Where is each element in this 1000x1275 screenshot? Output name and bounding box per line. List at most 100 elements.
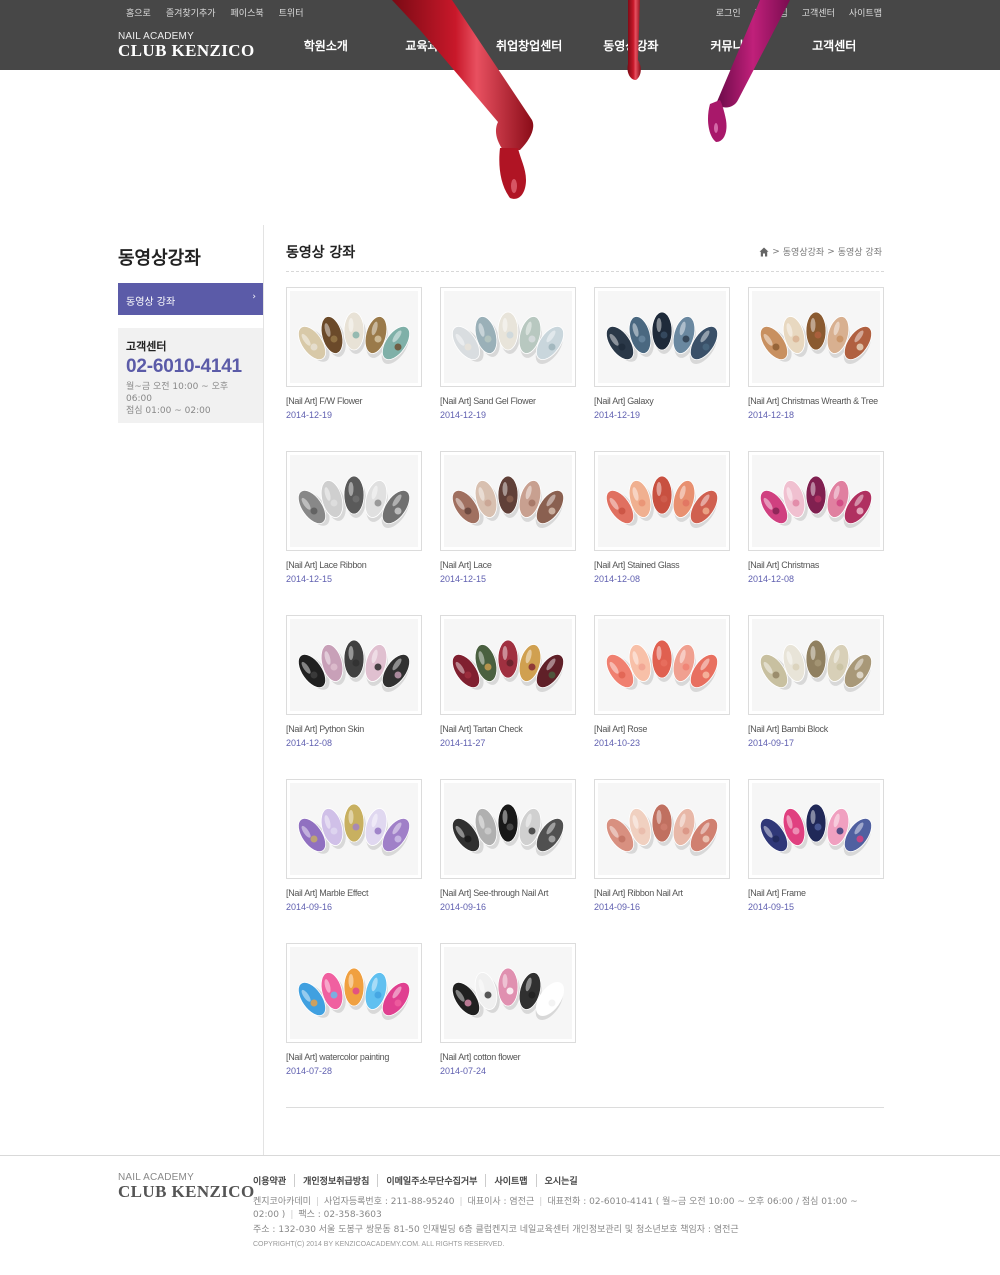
video-card[interactable]: [Nail Art] Tartan Check 2014-11-27: [440, 615, 576, 748]
video-thumbnail[interactable]: [594, 615, 730, 715]
video-thumbnail[interactable]: [286, 451, 422, 551]
video-card[interactable]: [Nail Art] Python Skin 2014-12-08: [286, 615, 422, 748]
menu-item-video-lectures[interactable]: 동영상강좌: [580, 37, 682, 54]
nail-art-image: [290, 455, 418, 547]
sidebar-item-video-lectures[interactable]: 동영상 강좌 ›: [118, 283, 263, 315]
video-thumbnail[interactable]: [594, 779, 730, 879]
video-title[interactable]: [Nail Art] watercolor painting: [286, 1052, 422, 1062]
video-title[interactable]: [Nail Art] cotton flower: [440, 1052, 576, 1062]
footer-link-no-email[interactable]: 이메일주소무단수집거부: [377, 1174, 485, 1187]
video-thumbnail[interactable]: [286, 779, 422, 879]
video-thumbnail[interactable]: [440, 615, 576, 715]
footer-address: 주소 : 132-030 서울 도봉구 쌍문동 81-50 인재빌딩 6층 클럽…: [253, 1225, 739, 1235]
breadcrumb: > 동영상강좌 > 동영상 강좌: [759, 245, 882, 258]
video-thumbnail[interactable]: [748, 779, 884, 879]
video-date: 2014-12-08: [286, 738, 333, 748]
video-title[interactable]: [Nail Art] Frame: [748, 888, 884, 898]
video-title[interactable]: [Nail Art] Christmas: [748, 560, 884, 570]
footer-link-sitemap[interactable]: 사이트맵: [485, 1174, 535, 1187]
menu-item-courses[interactable]: 교육과정: [377, 37, 479, 54]
video-card[interactable]: [Nail Art] Rose 2014-10-23: [594, 615, 730, 748]
video-card[interactable]: [Nail Art] F/W Flower 2014-12-19: [286, 287, 422, 420]
video-title[interactable]: [Nail Art] Lace: [440, 560, 576, 570]
video-card[interactable]: [Nail Art] Galaxy 2014-12-19: [594, 287, 730, 420]
video-card[interactable]: [Nail Art] Frame 2014-09-15: [748, 779, 884, 912]
video-title[interactable]: [Nail Art] F/W Flower: [286, 396, 422, 406]
nail-tip: [805, 475, 827, 515]
nail-tip: [651, 803, 673, 843]
sidebar-divider: [263, 225, 264, 1155]
menu-item-about[interactable]: 학원소개: [275, 37, 377, 54]
nail-tip: [805, 803, 827, 843]
video-thumbnail[interactable]: [748, 615, 884, 715]
util-link-login[interactable]: 로그인: [716, 6, 741, 19]
video-thumbnail[interactable]: [440, 287, 576, 387]
footer-company-info: 켄지코아카데미 | 사업자등록번호 : 211-88-95240 | 대표이사 : 염전…: [253, 1197, 858, 1220]
util-link-bookmark[interactable]: 즐겨찾기추가: [166, 6, 216, 19]
util-link-home[interactable]: 홈으로: [126, 6, 151, 19]
customer-center-phone: 02-6010-4141: [126, 356, 242, 377]
util-link-facebook[interactable]: 페이스북: [231, 6, 264, 19]
video-thumbnail[interactable]: [748, 287, 884, 387]
video-title[interactable]: [Nail Art] Bambi Block: [748, 724, 884, 734]
video-thumbnail[interactable]: [440, 451, 576, 551]
nail-art-image: [752, 783, 880, 875]
nail-art-image: [290, 619, 418, 711]
video-card[interactable]: [Nail Art] Bambi Block 2014-09-17: [748, 615, 884, 748]
video-card[interactable]: [Nail Art] Lace Ribbon 2014-12-15: [286, 451, 422, 584]
video-thumbnail[interactable]: [286, 943, 422, 1043]
footer-logo: NAIL ACADEMY CLUB KENZICO: [118, 1172, 255, 1200]
footer-link-directions[interactable]: 오시는길: [535, 1174, 586, 1187]
video-thumbnail[interactable]: [286, 287, 422, 387]
breadcrumb-item-section[interactable]: 동영상강좌: [783, 245, 824, 258]
video-card[interactable]: [Nail Art] Lace 2014-12-15: [440, 451, 576, 584]
content-header: 동영상 강좌 > 동영상강좌 > 동영상 강좌: [286, 242, 884, 272]
video-card[interactable]: [Nail Art] See-through Nail Art 2014-09-1…: [440, 779, 576, 912]
video-card[interactable]: [Nail Art] Christmas 2014-12-08: [748, 451, 884, 584]
video-title[interactable]: [Nail Art] Ribbon Nail Art: [594, 888, 730, 898]
video-title[interactable]: [Nail Art] Tartan Check: [440, 724, 576, 734]
video-title[interactable]: [Nail Art] Marble Effect: [286, 888, 422, 898]
menu-item-career-center[interactable]: 취업창업센터: [478, 37, 580, 54]
video-card[interactable]: [Nail Art] Christmas Wrearth & Tree 2014-…: [748, 287, 884, 420]
video-card[interactable]: [Nail Art] Marble Effect 2014-09-16: [286, 779, 422, 912]
menu-item-community[interactable]: 커뮤니티: [682, 37, 784, 54]
home-icon[interactable]: [759, 247, 769, 257]
video-card[interactable]: [Nail Art] Sand Gel Flower 2014-12-19: [440, 287, 576, 420]
video-title[interactable]: [Nail Art] See-through Nail Art: [440, 888, 576, 898]
util-link-customer-center[interactable]: 고객센터: [802, 6, 835, 19]
video-title[interactable]: [Nail Art] Christmas Wrearth & Tree: [748, 396, 884, 406]
video-thumbnail[interactable]: [748, 451, 884, 551]
video-thumbnail[interactable]: [440, 943, 576, 1043]
nail-tip: [343, 967, 365, 1007]
video-title[interactable]: [Nail Art] Lace Ribbon: [286, 560, 422, 570]
util-link-sitemap[interactable]: 사이트맵: [849, 6, 882, 19]
video-title[interactable]: [Nail Art] Sand Gel Flower: [440, 396, 576, 406]
footer-link-terms[interactable]: 이용약관: [253, 1174, 294, 1187]
video-card[interactable]: [Nail Art] cotton flower 2014-07-24: [440, 943, 576, 1076]
logo-wordmark: CLUB KENZICO: [118, 41, 255, 60]
video-title[interactable]: [Nail Art] Python Skin: [286, 724, 422, 734]
util-link-twitter[interactable]: 트위터: [279, 6, 304, 19]
nail-tip: [651, 639, 673, 679]
video-card[interactable]: [Nail Art] Ribbon Nail Art 2014-09-16: [594, 779, 730, 912]
video-card[interactable]: [Nail Art] Stained Glass 2014-12-08: [594, 451, 730, 584]
util-link-signup[interactable]: 회원가입: [755, 6, 788, 19]
nail-art-image: [598, 455, 726, 547]
nail-tip: [497, 639, 519, 679]
video-thumbnail[interactable]: [440, 779, 576, 879]
video-date: 2014-10-23: [594, 738, 641, 748]
video-thumbnail[interactable]: [286, 615, 422, 715]
video-thumbnail[interactable]: [594, 287, 730, 387]
site-logo[interactable]: NAIL ACADEMY CLUB KENZICO: [118, 31, 255, 59]
menu-item-customer-center[interactable]: 고객센터: [783, 37, 885, 54]
video-title[interactable]: [Nail Art] Rose: [594, 724, 730, 734]
video-title[interactable]: [Nail Art] Galaxy: [594, 396, 730, 406]
video-title[interactable]: [Nail Art] Stained Glass: [594, 560, 730, 570]
customer-center-box: 고객센터 02-6010-4141 월~금 오전 10:00 ~ 오후 06:0…: [118, 328, 263, 423]
video-card[interactable]: [Nail Art] watercolor painting 2014-07-28: [286, 943, 422, 1076]
video-date: 2014-07-24: [440, 1066, 487, 1076]
footer-link-privacy[interactable]: 개인정보취급방침: [294, 1174, 377, 1187]
nail-tip: [497, 311, 519, 351]
video-thumbnail[interactable]: [594, 451, 730, 551]
